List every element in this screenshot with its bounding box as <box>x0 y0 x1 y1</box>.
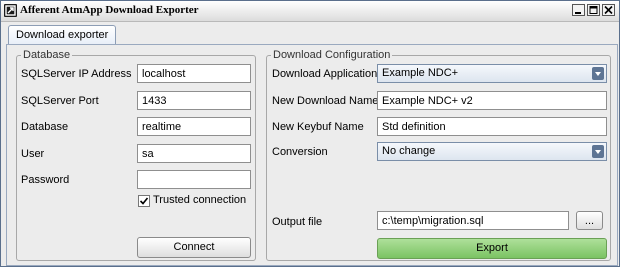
trusted-connection-label[interactable]: Trusted connection <box>153 194 246 206</box>
user-input[interactable] <box>137 144 251 163</box>
browse-button[interactable]: ... <box>576 211 603 230</box>
close-icon <box>604 5 613 15</box>
close-button[interactable] <box>602 4 615 16</box>
output-file-input[interactable] <box>377 211 569 230</box>
output-file-label: Output file <box>272 216 323 228</box>
conversion-value: No change <box>382 145 436 157</box>
app-icon <box>4 4 17 17</box>
chevron-down-icon[interactable] <box>592 145 604 158</box>
maximize-icon <box>589 6 598 14</box>
checkmark-icon <box>139 197 149 205</box>
password-input[interactable] <box>137 170 251 189</box>
new-download-name-input[interactable] <box>377 91 607 110</box>
database-legend: Database <box>23 49 71 61</box>
export-button[interactable]: Export <box>377 238 607 259</box>
connect-button[interactable]: Connect <box>137 237 251 258</box>
download-application-label: Download Application <box>272 68 378 80</box>
database-input[interactable] <box>137 117 251 136</box>
user-label: User <box>21 148 45 160</box>
conversion-label: Conversion <box>272 146 328 158</box>
database-label: Database <box>21 121 69 133</box>
download-application-value: Example NDC+ <box>382 67 459 79</box>
window-title: Afferent AtmApp Download Exporter <box>20 4 199 16</box>
tab-content: Database SQLServer IP Address SQLServer … <box>6 44 618 266</box>
sqlserver-ip-input[interactable] <box>137 64 251 83</box>
conversion-select[interactable]: No change <box>377 142 607 161</box>
new-keybuf-name-label: New Keybuf Name <box>272 121 364 133</box>
sqlserver-port-input[interactable] <box>137 91 251 110</box>
title-bar: Afferent AtmApp Download Exporter <box>1 1 619 22</box>
new-keybuf-name-input[interactable] <box>377 117 607 136</box>
maximize-button[interactable] <box>587 4 600 16</box>
chevron-down-icon[interactable] <box>592 67 604 80</box>
password-label: Password <box>21 174 70 186</box>
minimize-button[interactable] <box>572 4 585 16</box>
tab-strip: Download exporter <box>1 22 619 45</box>
trusted-connection-checkbox[interactable] <box>138 195 150 207</box>
download-application-select[interactable]: Example NDC+ <box>377 64 607 83</box>
minimize-icon <box>575 12 581 14</box>
app-window: Afferent AtmApp Download Exporter Downlo… <box>0 0 620 267</box>
sqlserver-port-label: SQLServer Port <box>21 95 99 107</box>
new-download-name-label: New Download Name <box>272 95 379 107</box>
sqlserver-ip-label: SQLServer IP Address <box>21 68 132 80</box>
tab-download-exporter[interactable]: Download exporter <box>8 25 117 45</box>
download-config-legend: Download Configuration <box>273 49 391 61</box>
